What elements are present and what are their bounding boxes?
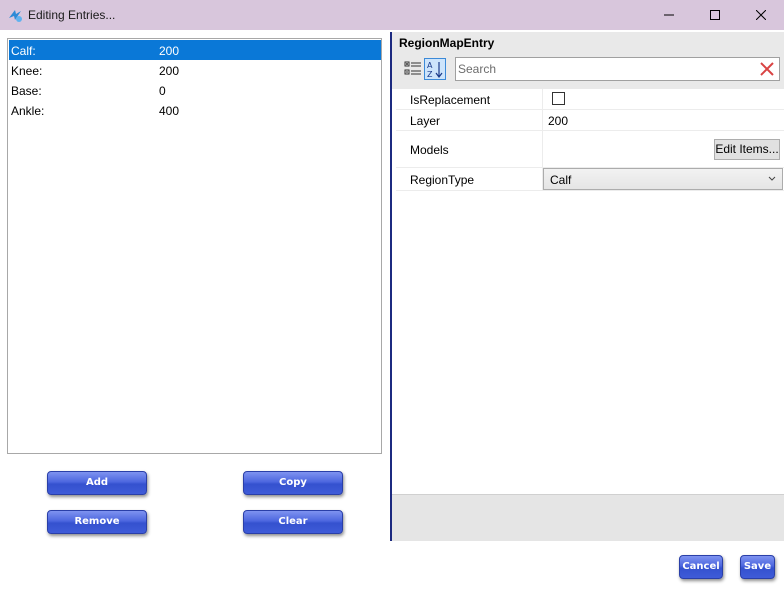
property-row-layer: Layer 200 xyxy=(396,110,784,131)
property-name: RegionType xyxy=(410,173,475,187)
remove-button[interactable]: Remove xyxy=(47,510,147,534)
svg-text:A: A xyxy=(427,61,433,70)
minimize-button[interactable] xyxy=(646,0,692,30)
entry-value: 200 xyxy=(159,44,180,58)
property-value-cell: 200 xyxy=(542,110,784,130)
categorized-sort-icon[interactable] xyxy=(404,60,422,78)
cancel-button[interactable]: Cancel xyxy=(679,555,723,579)
edit-items-button[interactable]: Edit Items... xyxy=(714,139,780,160)
entries-list[interactable]: Calf: 200 Knee: 200 Base: 0 Ankle: 400 xyxy=(7,38,382,454)
app-icon xyxy=(9,10,22,22)
copy-button[interactable]: Copy xyxy=(243,471,343,495)
description-panel xyxy=(392,494,784,541)
property-name: IsReplacement xyxy=(410,93,491,107)
property-grid-header: RegionMapEntry A Z xyxy=(392,32,784,89)
isreplacement-checkbox[interactable] xyxy=(552,92,565,105)
entry-key: Knee: xyxy=(11,64,43,78)
title-bar: Editing Entries... xyxy=(0,0,784,30)
list-item[interactable]: Ankle: 400 xyxy=(9,100,381,120)
save-button[interactable]: Save xyxy=(740,555,775,579)
maximize-button[interactable] xyxy=(692,0,738,30)
search-input[interactable] xyxy=(458,60,748,78)
property-row-models: Models Edit Items... xyxy=(396,131,784,168)
object-type-title: RegionMapEntry xyxy=(399,36,495,50)
regiontype-dropdown[interactable]: Calf xyxy=(543,168,783,190)
entry-value: 0 xyxy=(159,84,166,98)
regiontype-value: Calf xyxy=(550,173,572,187)
close-button[interactable] xyxy=(738,0,784,30)
editing-entries-window: Editing Entries... Calf: 200 Knee: 200 B… xyxy=(0,0,784,591)
close-icon xyxy=(756,10,766,20)
window-title: Editing Entries... xyxy=(28,8,116,22)
property-value-cell: Edit Items... xyxy=(542,131,784,167)
entry-key: Base: xyxy=(11,84,42,98)
property-name: Models xyxy=(410,143,449,157)
entry-value: 400 xyxy=(159,104,180,118)
property-name: Layer xyxy=(410,114,441,128)
list-item[interactable]: Base: 0 xyxy=(9,80,381,100)
maximize-icon xyxy=(710,10,720,20)
list-item[interactable]: Calf: 200 xyxy=(9,40,381,60)
chevron-down-icon xyxy=(768,176,776,181)
minimize-icon xyxy=(664,14,674,16)
property-row-regiontype: RegionType Calf xyxy=(396,168,784,191)
clear-button[interactable]: Clear xyxy=(243,510,343,534)
property-row-isreplacement: IsReplacement xyxy=(396,89,784,110)
alphabetical-sort-button[interactable]: A Z xyxy=(424,58,446,80)
property-value-cell xyxy=(542,89,784,109)
sort-az-icon: A Z xyxy=(427,61,443,79)
property-grid: RegionMapEntry A Z Search IsReplacement … xyxy=(392,32,784,541)
search-box xyxy=(455,57,780,81)
add-button[interactable]: Add xyxy=(47,471,147,495)
entry-key: Calf: xyxy=(11,44,36,58)
entry-key: Ankle: xyxy=(11,104,45,118)
layer-value[interactable]: 200 xyxy=(548,114,568,128)
property-value-cell: Calf xyxy=(542,168,784,190)
entry-value: 200 xyxy=(159,64,180,78)
svg-text:Z: Z xyxy=(427,70,433,79)
clear-search-icon[interactable] xyxy=(759,61,775,77)
list-item[interactable]: Knee: 200 xyxy=(9,60,381,80)
